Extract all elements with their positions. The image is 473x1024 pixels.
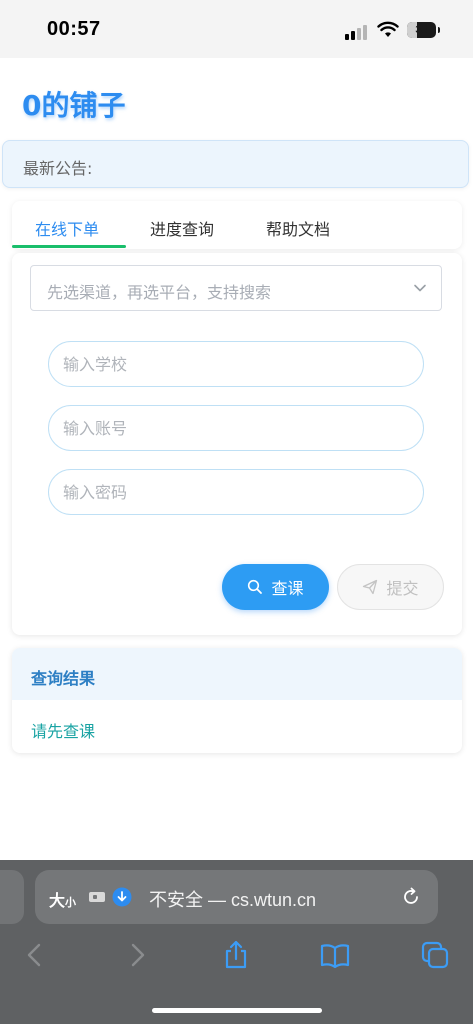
tabs-icon[interactable] [420,940,450,970]
wifi-icon [377,21,399,37]
home-indicator [152,1008,322,1013]
query-button-label: 查课 [271,579,304,598]
submit-button[interactable]: 提交 [337,564,444,610]
tab-bar: 在线下单 进度查询 帮助文档 [12,201,462,249]
url-text: 不安全 — cs.wtun.cn [149,890,317,910]
bookmarks-icon[interactable] [320,940,350,970]
back-icon[interactable] [20,940,50,970]
channel-select[interactable]: 先选渠道，再选平台，支持搜索 [30,265,442,311]
battery-icon: 33 [407,22,440,38]
share-icon[interactable] [221,940,251,970]
site-title: 0的铺子 [22,89,126,122]
search-icon [248,579,263,594]
query-result-card: 查询结果 请先查课 [12,648,462,753]
password-input[interactable] [48,469,424,515]
chevron-down-icon [414,284,426,292]
result-message: 请先查课 [31,722,96,741]
web-page: 0的铺子 最新公告: 在线下单 进度查询 帮助文档 先选渠道，再选平台，支持搜索… [0,58,473,860]
school-input[interactable] [48,341,424,387]
send-icon [363,579,378,595]
order-form: 先选渠道，再选平台，支持搜索 查课 提交 [12,253,462,635]
cellular-signal-icon [345,24,371,40]
notice-label: 最新公告: [23,159,93,178]
notice-bar: 最新公告: [2,140,469,188]
tab-order-online[interactable]: 在线下单 [35,216,99,240]
address-bar[interactable]: 大小 不安全 — cs.wtun.cn [35,870,438,924]
tab-help-docs[interactable]: 帮助文档 [266,216,330,240]
download-icon[interactable] [112,887,132,907]
text-size-small: 小 [65,896,77,909]
channel-select-placeholder: 先选渠道，再选平台，支持搜索 [47,283,272,302]
reload-icon[interactable] [401,887,421,907]
status-time: 00:57 [47,18,101,40]
extension-icon[interactable] [88,890,106,904]
tab-progress-query[interactable]: 进度查询 [150,216,214,240]
forward-icon[interactable] [122,940,152,970]
result-header: 查询结果 [12,648,462,700]
previous-tab-preview[interactable] [0,870,24,924]
account-input[interactable] [48,405,424,451]
submit-button-label: 提交 [386,579,419,598]
text-size-large: 大 [49,891,66,910]
battery-level: 33 [415,24,428,36]
browser-toolbar: 大小 不安全 — cs.wtun.cn [0,860,473,1024]
text-size-button[interactable]: 大小 [49,887,76,911]
result-title: 查询结果 [31,669,96,688]
query-course-button[interactable]: 查课 [222,564,329,610]
active-tab-indicator [12,245,126,248]
status-bar: 00:57 33 [0,0,473,58]
